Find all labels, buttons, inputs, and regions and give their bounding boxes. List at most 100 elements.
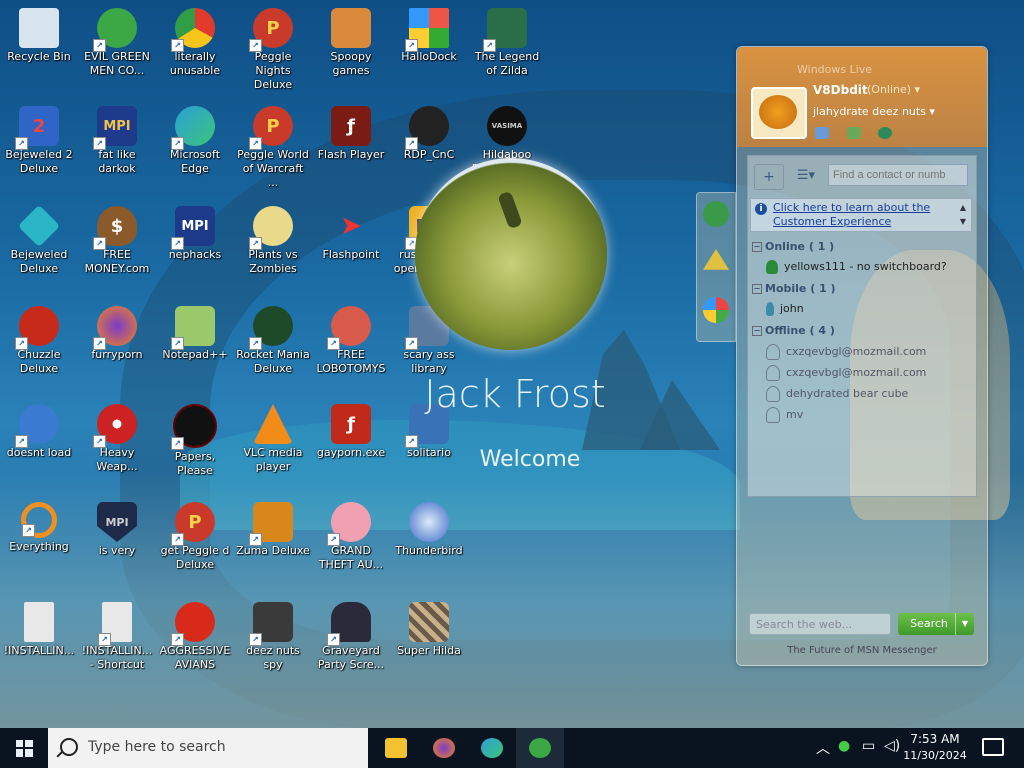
desktop-icon[interactable]: ↗ Heavy Weap...	[78, 398, 156, 474]
clock-time[interactable]: 7:53 AM	[905, 732, 965, 746]
buddy-tab-icon[interactable]	[703, 201, 729, 227]
vlc-icon	[253, 404, 293, 444]
desktop-icon-label: Notepad++	[162, 348, 228, 361]
desktop-icon[interactable]: ↗ RDP_CnC	[390, 100, 468, 162]
msn-butterfly-icon[interactable]	[878, 127, 892, 139]
desktop-icon[interactable]: Spoopy games	[312, 2, 390, 78]
desktop-icon[interactable]: ƒ Flash Player	[312, 100, 390, 162]
folder-icon	[331, 8, 371, 48]
desktop-icon[interactable]: Thunderbird	[390, 496, 468, 558]
desktop-icon[interactable]: ↗ AGGRESSIVE AVIANS	[156, 596, 234, 672]
display-picture[interactable]	[751, 87, 807, 139]
desktop-icon-label: Zuma Deluxe	[236, 544, 310, 557]
tray-msn-icon[interactable]: ●	[838, 738, 850, 754]
rdp-icon: ↗	[405, 106, 449, 150]
spy-window-icon: ↗	[249, 602, 293, 646]
desktop-icon[interactable]: ↗ FREE LOBOTOMYS	[312, 300, 390, 376]
desktop-icon-label: Thunderbird	[395, 544, 463, 557]
taskbar-firefox[interactable]	[420, 728, 468, 768]
network-icon[interactable]: ▭	[862, 738, 875, 754]
gem-icon	[17, 204, 61, 248]
personal-message[interactable]: jlahydrate deez nuts ▾	[813, 105, 935, 118]
desktop-icon[interactable]: ↗ deez nuts spy	[234, 596, 312, 672]
bejeweled2-icon: 2 ↗	[15, 106, 59, 150]
msn-username[interactable]: V8Dbdit	[813, 83, 868, 97]
group-online[interactable]: − Online ( 1 )	[752, 240, 834, 253]
desktop-icon-label: is very	[98, 544, 136, 557]
desktop-icon[interactable]: VLC media player	[234, 398, 312, 474]
contact-item[interactable]: yellows111 - no switchboard?	[766, 260, 947, 274]
contact-item[interactable]: cxzqevbgl@mozmail.com	[766, 344, 926, 360]
desktop-icon[interactable]: $ ↗ FREE MONEY.com	[78, 200, 156, 276]
view-options-button[interactable]: ☰▾	[792, 164, 820, 188]
contact-item[interactable]: john	[766, 302, 804, 316]
desktop-icon[interactable]: 2 ↗ Bejeweled 2 Deluxe	[0, 100, 78, 176]
taskbar-search-box[interactable]: Type here to search	[48, 728, 368, 768]
customer-experience-link[interactable]: Click here to learn about the Customer E…	[773, 201, 953, 229]
shield-icon: ↗	[405, 8, 449, 52]
taskbar-file-explorer[interactable]	[372, 728, 420, 768]
desktop-icon[interactable]: ↗ Graveyard Party Scre...	[312, 596, 390, 672]
contact-item[interactable]: dehydrated bear cube	[766, 386, 908, 402]
contact-item[interactable]: cxzqevbgl@mozmail.com	[766, 365, 926, 381]
group-mobile[interactable]: − Mobile ( 1 )	[752, 282, 836, 295]
desktop-icon[interactable]: ↗ Zuma Deluxe	[234, 496, 312, 558]
contact-search-input[interactable]	[828, 164, 968, 186]
group-offline[interactable]: − Offline ( 4 )	[752, 324, 835, 337]
desktop-icon[interactable]: ƒ gayporn.exe	[312, 398, 390, 460]
desktop-icon-label: !INSTALLIN... - Shortcut	[81, 644, 153, 671]
desktop-icon[interactable]: ↗ Notepad++	[156, 300, 234, 362]
desktop-icon[interactable]: ↗ Rocket Mania Deluxe	[234, 300, 312, 376]
ransomware-icon: VASIMA	[487, 106, 527, 146]
search-icon	[60, 738, 78, 756]
desktop-icon[interactable]: MPI ↗ nephacks	[156, 200, 234, 262]
flashpoint-icon: ➤	[340, 211, 362, 241]
desktop-icon[interactable]: Bejeweled Deluxe	[0, 200, 78, 276]
desktop-icon[interactable]: ↗ doesnt load	[0, 398, 78, 460]
desktop-icon[interactable]: Recycle Bin	[0, 2, 78, 64]
desktop-icon[interactable]: !INSTALLIN...	[0, 596, 78, 658]
desktop-icon[interactable]: Super Hilda	[390, 596, 468, 658]
desktop-icon[interactable]: ↗ furryporn	[78, 300, 156, 362]
desktop-icon-label: RDP_CnC	[403, 148, 455, 161]
login-welcome-text: Welcome	[479, 447, 581, 472]
web-search-button[interactable]: Search ▼	[898, 613, 974, 635]
contact-item[interactable]: mv	[766, 407, 803, 423]
start-button[interactable]	[0, 728, 48, 768]
desktop-icon[interactable]: ↗ Everything	[0, 496, 78, 554]
desktop-icon[interactable]: ↗ literally unusable	[156, 2, 234, 78]
search-options-chevron-icon[interactable]: ▼	[955, 613, 974, 635]
taskbar-search-placeholder: Type here to search	[88, 739, 226, 755]
desktop-icon[interactable]: ↗ HalloDock	[390, 2, 468, 64]
desktop-icon[interactable]: ↗ Chuzzle Deluxe	[0, 300, 78, 376]
desktop-icon[interactable]: ↗ Plants vs Zombies	[234, 200, 312, 276]
taskbar-edge[interactable]	[468, 728, 516, 768]
taskbar-msn-messenger[interactable]	[516, 728, 564, 768]
desktop-icon[interactable]: ↗ Microsoft Edge	[156, 100, 234, 176]
web-search-input[interactable]: Search the web...	[749, 613, 891, 635]
desktop-icon[interactable]: ↗ !INSTALLIN... - Shortcut	[78, 596, 156, 672]
desktop-icon[interactable]: MPI is very	[78, 496, 156, 558]
desktop-icon[interactable]: P ↗ Peggle Nights Deluxe	[234, 2, 312, 92]
status-dropdown[interactable]: (Online) ▾	[867, 83, 920, 96]
sunflower-icon: ↗	[249, 206, 293, 250]
desktop-icon[interactable]: ➤ Flashpoint	[312, 200, 390, 262]
desktop-icon[interactable]: P ↗ Peggle World of Warcraft ...	[234, 100, 312, 190]
mail-icon[interactable]	[815, 127, 829, 139]
banner-scroll-arrows[interactable]: ▲ ▼	[957, 201, 969, 229]
add-contact-button[interactable]: +	[754, 164, 784, 190]
bell-tab-icon[interactable]	[703, 249, 729, 270]
desktop-icon[interactable]: ↗ Papers, Please	[156, 398, 234, 478]
msn-header: Windows Live V8Dbdit (Online) ▾ jlahydra…	[737, 47, 987, 147]
butterfly-tab-icon[interactable]	[703, 297, 729, 323]
desktop-icon[interactable]: P ↗ get Peggle d Deluxe	[156, 496, 234, 572]
spaces-icon[interactable]	[846, 127, 861, 139]
desktop-icon[interactable]: ↗ The Legend of Zilda	[468, 2, 546, 78]
notification-center-icon[interactable]	[982, 738, 1004, 756]
desktop-icon[interactable]: MPI ↗ fat like darkok	[78, 100, 156, 176]
desktop-icon[interactable]: ↗ GRAND THEFT AU...	[312, 496, 390, 572]
desktop-icon[interactable]: ↗ EVIL GREEN MEN CO...	[78, 2, 156, 78]
tray-overflow-chevron-icon[interactable]: ︿	[816, 738, 830, 758]
clock-date[interactable]: 11/30/2024	[897, 749, 973, 762]
flash-icon: ƒ	[331, 404, 371, 444]
